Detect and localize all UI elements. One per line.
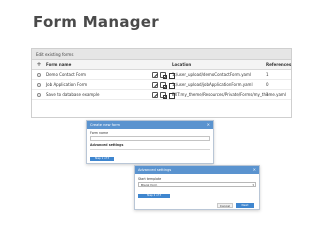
copy-icon[interactable] [160,82,167,89]
dialog-title-text: Advanced settings [138,168,172,172]
create-form-dialog: Create new form ✕ Form name Advanced set… [86,120,214,164]
step-button[interactable]: Step 1 of 3 [90,157,114,161]
form-references: 1 [266,72,269,77]
plus-icon[interactable]: + [35,60,43,70]
page-title: Form Manager [33,13,159,31]
form-references: 0 [266,82,269,87]
dialog-title: Create new form ✕ [87,121,213,129]
table-row[interactable]: Demo Contact Form 1:/user_upload/demoCon… [32,70,291,80]
table-row[interactable]: Save to database example EXT:my_theme/Re… [32,90,291,100]
copy-icon[interactable] [160,92,167,99]
column-location: Location [172,62,192,67]
dialog-title: Advanced settings ✕ [135,166,259,174]
panel-header: Edit existing forms [32,49,291,60]
edit-icon[interactable] [152,82,158,88]
copy-icon[interactable] [160,72,167,79]
next-button[interactable]: Next [236,203,254,208]
forms-panel: Edit existing forms + Form name Location… [31,48,292,118]
table-header: + Form name Location References [32,60,291,70]
form-name: Save to database example [46,92,100,97]
advanced-settings-label: Advanced settings [90,143,124,147]
dialog-title-text: Create new form [90,123,121,127]
close-icon[interactable]: ✕ [253,166,256,174]
divider [90,149,210,150]
cancel-button[interactable]: Cancel [217,203,233,208]
column-form-name: Form name [46,62,72,67]
close-icon[interactable]: ✕ [207,121,210,129]
progress-bar: Step 2 of 3 [138,194,170,198]
template-select-value: Blank form [141,183,158,187]
form-name: Job Application Form [46,82,88,87]
table-row[interactable]: Job Application Form 1:/user_upload/jobA… [32,80,291,90]
row-radio[interactable] [37,83,41,87]
column-references: References [266,62,292,67]
form-name: Demo Contact Form [46,72,87,77]
form-location: 1:/user_upload/jobApplicationForm.yaml [172,82,253,87]
form-references: 1 [266,92,269,97]
edit-icon[interactable] [152,72,158,78]
template-select[interactable]: Blank form ▾ [138,182,256,187]
row-radio[interactable] [37,73,41,77]
chevron-down-icon: ▾ [252,183,254,187]
edit-icon[interactable] [152,92,158,98]
form-location: 1:/user_upload/demoContactForm.yaml [172,72,252,77]
row-radio[interactable] [37,93,41,97]
advanced-settings-dialog: Advanced settings ✕ Start template Blank… [134,165,260,210]
